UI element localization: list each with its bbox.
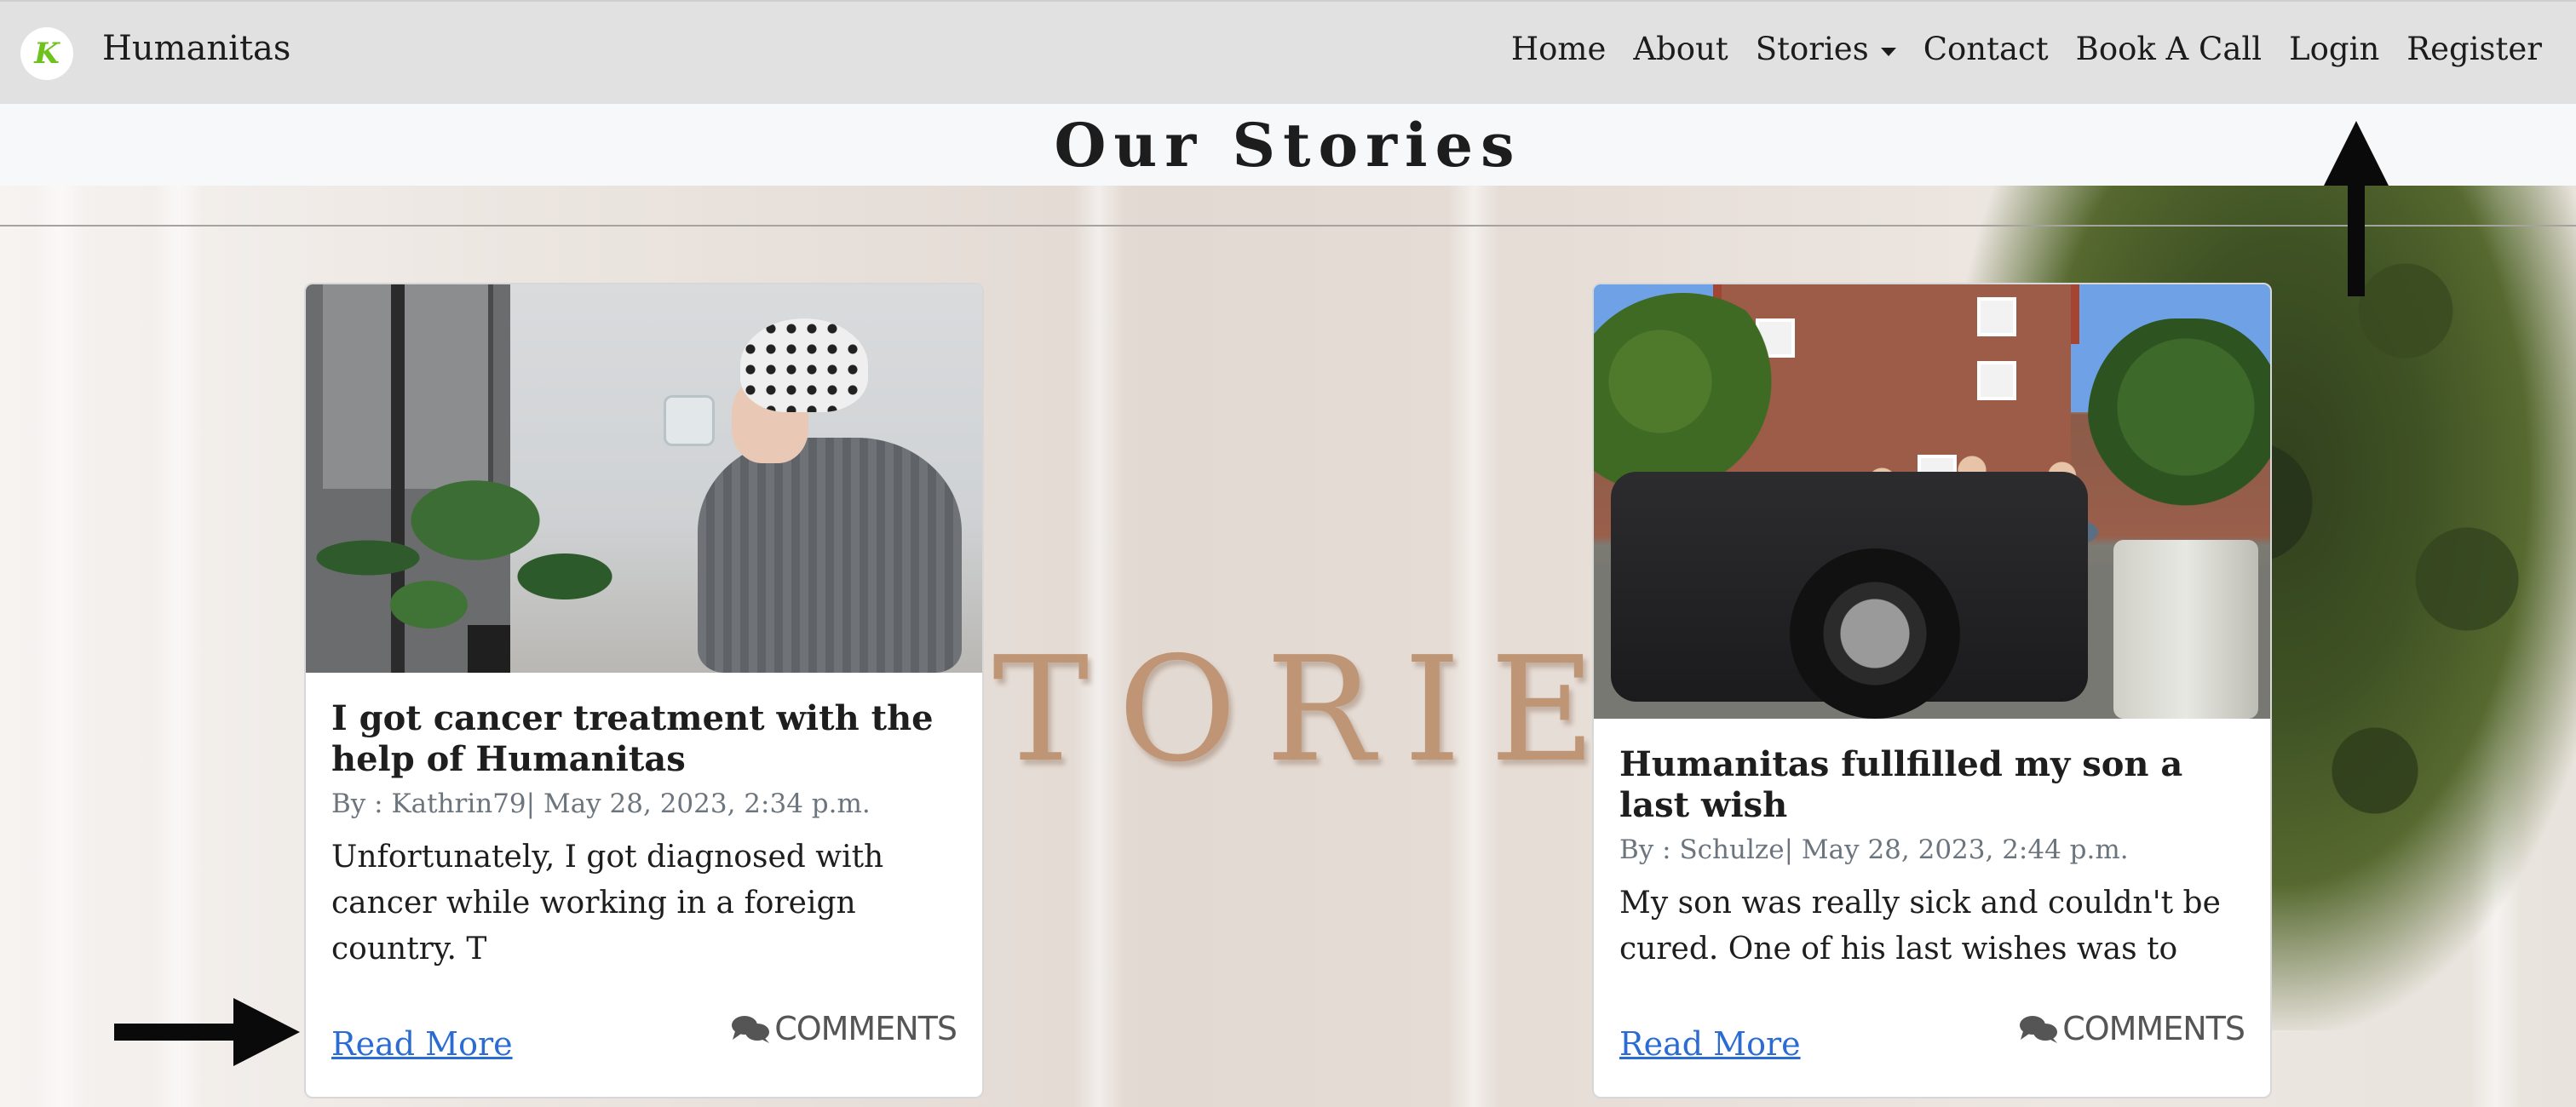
page-title: Our Stories [1054,109,1522,181]
story-card-footer: Read More COMMENTS [331,1010,957,1063]
story-image[interactable] [1594,284,2270,719]
nav-links: Home About Stories Contact Book A Call L… [1511,31,2542,67]
section-divider [0,225,2576,227]
nav-contact[interactable]: Contact [1923,31,2049,67]
story-title: I got cancer treatment with the help of … [331,698,934,779]
plant-pot [468,625,510,673]
nav-stories-dropdown[interactable]: Stories [1756,31,1896,67]
comments-label: COMMENTS [2062,1010,2245,1047]
arrow-up-icon [2324,121,2389,296]
nav-stories-label: Stories [1755,31,1869,67]
story-excerpt: My son was really sick and couldn't be c… [1619,886,2221,966]
curtain-fold [153,183,204,1107]
stone-pillar [2113,540,2258,719]
comments-button[interactable]: COMMENTS [730,1010,957,1047]
curtain-fold [34,183,85,1107]
story-card: Humanitas fullfilled my son a last wish … [1592,283,2272,1098]
brand-name[interactable]: Humanitas [102,29,290,68]
nav-about[interactable]: About [1633,31,1728,67]
story-card: I got cancer treatment with the help of … [304,283,984,1098]
story-card-body: I got cancer treatment with the help of … [306,673,982,972]
nav-login[interactable]: Login [2289,31,2379,67]
story-excerpt: Unfortunately, I got diagnosed with canc… [331,840,884,966]
story-meta: By : Schulze| May 28, 2023, 2:44 p.m. [1619,835,2129,865]
chevron-down-icon [1880,47,1896,56]
house-plant [314,455,672,642]
site-logo[interactable]: K [20,27,73,80]
read-more-link[interactable]: Read More [1619,1025,1801,1063]
nav-book-call[interactable]: Book A Call [2076,31,2262,67]
sweater [698,438,962,673]
story-meta: By : Kathrin79| May 28, 2023, 2:34 p.m. [331,789,871,819]
arrow-right-icon [114,998,300,1066]
comments-icon [732,1016,770,1043]
nav-register[interactable]: Register [2406,31,2542,67]
story-card-footer: Read More COMMENTS [1619,1010,2245,1063]
story-card-body: Humanitas fullfilled my son a last wish … [1594,719,2270,972]
story-image[interactable] [306,284,982,673]
nav-home[interactable]: Home [1511,31,1607,67]
trike-wheel [1790,548,1960,719]
comments-icon [2020,1016,2058,1043]
comments-button[interactable]: COMMENTS [2018,1010,2245,1047]
page-title-band: Our Stories [0,104,2576,186]
window [1977,361,2016,400]
window [1977,297,2016,336]
read-more-link[interactable]: Read More [331,1025,513,1063]
comments-label: COMMENTS [774,1010,957,1047]
headscarf [740,318,868,412]
story-title: Humanitas fullfilled my son a last wish [1619,744,2183,825]
navbar: K Humanitas Home About Stories Contact B… [0,0,2576,104]
woman-drinking-figure [664,318,962,673]
water-glass [664,395,715,446]
